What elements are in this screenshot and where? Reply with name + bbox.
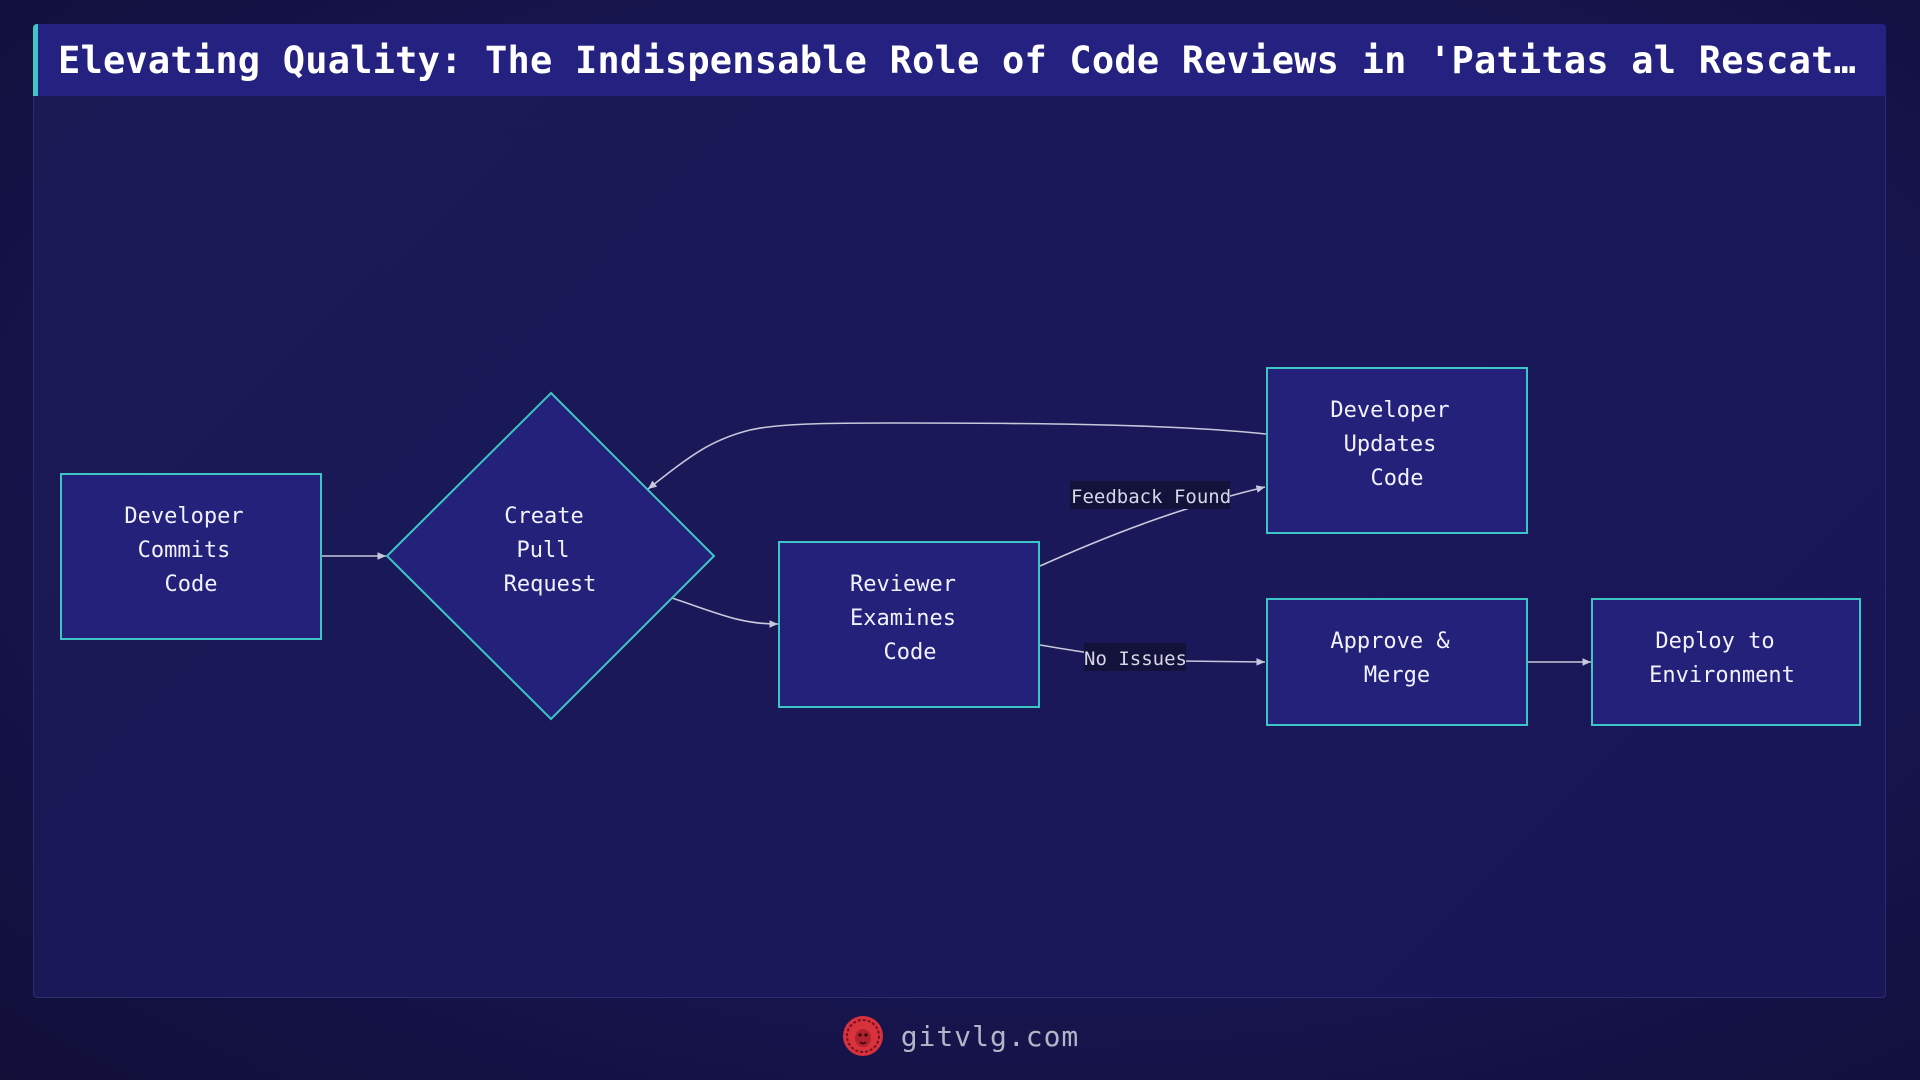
node-approve-merge: Approve & Merge bbox=[1266, 598, 1528, 726]
edge-pr-to-review bbox=[671, 597, 779, 628]
node-update-line-1: Developer bbox=[1330, 398, 1449, 423]
node-pr-line-2: Pull bbox=[517, 538, 570, 563]
node-commit-line-3: Code bbox=[165, 572, 218, 597]
node-developer-updates-code: Developer Updates Code bbox=[1266, 367, 1528, 534]
node-pr-line-1: Create bbox=[504, 504, 583, 529]
node-update-line-3: Code bbox=[1371, 466, 1424, 491]
node-commit-line-2: Commits bbox=[138, 538, 231, 563]
node-commit-line-1: Developer bbox=[124, 504, 243, 529]
edge-label-no-issues: No Issues bbox=[1084, 643, 1187, 671]
page: Elevating Quality: The Indispensable Rol… bbox=[0, 0, 1920, 1080]
footer: gitvlg.com bbox=[0, 1008, 1920, 1064]
lion-icon bbox=[842, 1016, 883, 1056]
node-pr-line-3: Request bbox=[504, 572, 597, 597]
edge-update-to-pr bbox=[647, 422, 1267, 490]
node-create-pull-request: Create Pull Request bbox=[385, 391, 716, 721]
node-deploy-to-environment: Deploy to Environment bbox=[1591, 598, 1861, 726]
node-update-line-2: Updates bbox=[1344, 432, 1437, 457]
node-approve-line-2: Merge bbox=[1364, 663, 1430, 688]
edge-label-no-issues-text: No Issues bbox=[1084, 648, 1187, 670]
footer-site[interactable]: gitvlg.com bbox=[901, 1020, 1080, 1053]
flowchart: Feedback Found No Issues Developer Commi… bbox=[60, 367, 1861, 726]
node-developer-commits-code: Developer Commits Code bbox=[60, 473, 322, 640]
edge-label-feedback: Feedback Found bbox=[1070, 481, 1231, 509]
node-deploy-line-2: Environment bbox=[1649, 663, 1795, 688]
node-deploy-line-1: Deploy to bbox=[1655, 629, 1774, 654]
node-approve-line-1: Approve & bbox=[1330, 629, 1450, 654]
node-review-line-2: Examines bbox=[850, 606, 956, 631]
edge-label-feedback-text: Feedback Found bbox=[1071, 486, 1231, 508]
node-review-line-1: Reviewer bbox=[850, 572, 956, 597]
node-reviewer-examines-code: Reviewer Examines Code bbox=[778, 541, 1040, 708]
node-review-line-3: Code bbox=[884, 640, 937, 665]
